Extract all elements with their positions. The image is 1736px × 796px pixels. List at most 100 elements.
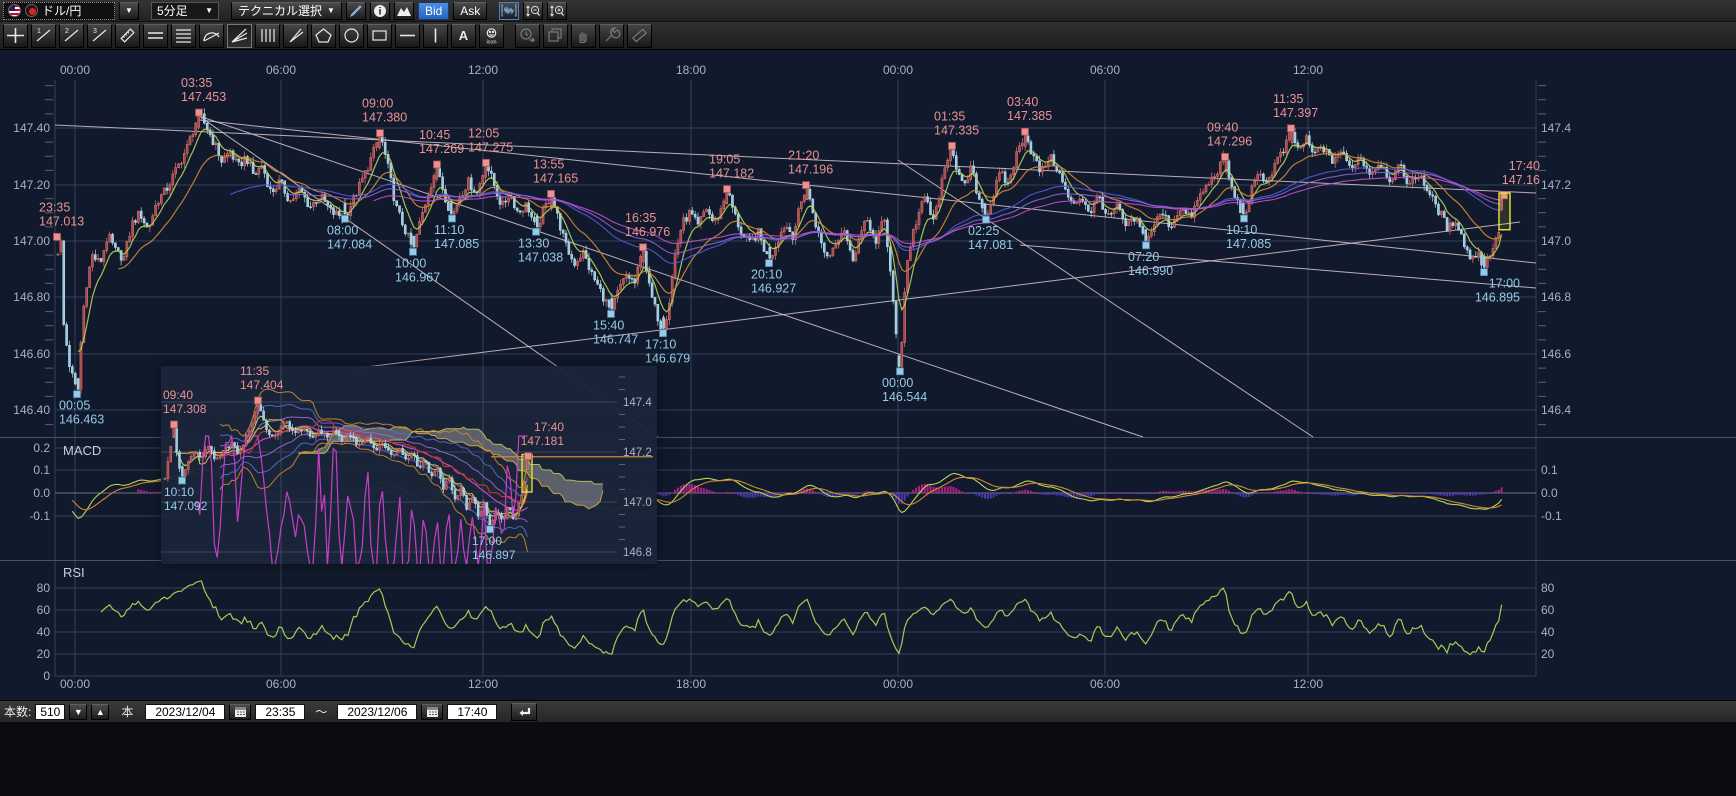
text-tool[interactable]: A (451, 24, 476, 48)
svg-text:147.269: 147.269 (419, 142, 464, 156)
svg-text:147.4: 147.4 (1541, 121, 1571, 135)
svg-text:15:40: 15:40 (593, 318, 624, 332)
drawing-toolbar: 1 2 3 Aicon (0, 22, 1736, 50)
horizontal-line-tool[interactable] (395, 24, 420, 48)
pentagon-tool[interactable] (311, 24, 336, 48)
svg-text:12:00: 12:00 (468, 677, 498, 691)
technical-select-label: テクニカル選択 (238, 2, 322, 19)
svg-text:147.275: 147.275 (468, 140, 513, 154)
trendline-1-tool[interactable]: 1 (31, 24, 56, 48)
svg-text:00:00: 00:00 (882, 376, 913, 390)
svg-text:17:10: 17:10 (645, 338, 676, 352)
technical-select-button[interactable]: テクニカル選択 ▼ (231, 2, 342, 20)
svg-text:147.308: 147.308 (163, 402, 207, 416)
bid-label: Bid (425, 4, 442, 18)
svg-text:146.80: 146.80 (13, 290, 50, 304)
svg-text:00:05: 00:05 (59, 399, 90, 413)
zoom-in-button[interactable] (547, 2, 567, 20)
wrench-tool[interactable] (599, 24, 624, 48)
svg-text:147.404: 147.404 (240, 378, 284, 392)
chevron-down-icon: ▼ (205, 6, 213, 15)
icon-stamp-tool[interactable]: icon (479, 24, 504, 48)
svg-text:147.385: 147.385 (1007, 109, 1052, 123)
svg-text:146.544: 146.544 (882, 390, 927, 404)
svg-text:12:00: 12:00 (1293, 677, 1323, 691)
rectangle-tool[interactable] (367, 24, 392, 48)
ruler-tool[interactable] (115, 24, 140, 48)
trendline-2-tool[interactable]: 2 (59, 24, 84, 48)
svg-text:146.60: 146.60 (13, 347, 50, 361)
currency-pair-field[interactable]: ドル/円 (3, 2, 115, 20)
count-increase-button[interactable]: ▲ (91, 704, 109, 720)
svg-text:80: 80 (37, 581, 51, 595)
reset-range-button[interactable] (511, 703, 537, 721)
svg-text:60: 60 (37, 603, 51, 617)
svg-text:147.00: 147.00 (13, 234, 50, 248)
date-to-calendar-button[interactable] (421, 704, 443, 720)
svg-text:13:55: 13:55 (533, 157, 564, 171)
date-from-input[interactable]: 2023/12/04 (145, 704, 225, 720)
ask-label: Ask (460, 4, 480, 18)
fibonacci-timezone-tool[interactable] (255, 24, 280, 48)
timeframe-select[interactable]: 5分足 ▼ (151, 2, 219, 20)
multi-lines-tool[interactable] (171, 24, 196, 48)
svg-text:17:40: 17:40 (534, 420, 564, 434)
autoscale-button[interactable] (499, 2, 519, 20)
return-arrow-icon (517, 706, 532, 718)
draw-pencil-button[interactable] (346, 2, 366, 20)
caret-down-icon: ▼ (74, 707, 83, 717)
svg-text:146.927: 146.927 (751, 282, 796, 296)
bid-button[interactable]: Bid (418, 2, 449, 20)
svg-text:2: 2 (65, 28, 69, 35)
fibonacci-arc-tool[interactable] (199, 24, 224, 48)
date-to-input[interactable]: 2023/12/06 (337, 704, 417, 720)
svg-text:12:00: 12:00 (468, 63, 498, 77)
svg-text:147.335: 147.335 (934, 123, 979, 137)
rsi-panel-label: RSI (63, 565, 85, 580)
svg-text:146.895: 146.895 (1475, 291, 1520, 305)
count-decrease-button[interactable]: ▼ (69, 704, 87, 720)
area-chart-button[interactable] (394, 2, 414, 20)
svg-text:147.40: 147.40 (13, 121, 50, 135)
status-bar: 本数: 510 ▼ ▲ 本 2023/12/04 23:35 ～ 2023/12… (0, 700, 1736, 722)
time-to-input[interactable]: 17:40 (447, 704, 497, 720)
inset-chart-window[interactable]: 147.4147.2147.0146.809:40147.30811:35147… (161, 366, 657, 564)
crosshair-tool[interactable] (3, 24, 28, 48)
bar-unit-label: 本 (121, 703, 133, 720)
parallel-lines-tool[interactable] (143, 24, 168, 48)
svg-text:10:10: 10:10 (164, 485, 194, 499)
svg-text:23:35: 23:35 (39, 200, 70, 214)
date-from-calendar-button[interactable] (229, 704, 251, 720)
info-button[interactable]: i (370, 2, 390, 20)
svg-text:147.013: 147.013 (39, 214, 84, 228)
inset-chart-svg[interactable]: 147.4147.2147.0146.809:40147.30811:35147… (161, 366, 657, 564)
vertical-line-tool[interactable] (423, 24, 448, 48)
trendline-3-tool[interactable]: 3 (87, 24, 112, 48)
hand-tool[interactable] (571, 24, 596, 48)
svg-text:18:00: 18:00 (676, 677, 706, 691)
pair-dropdown-button[interactable]: ▼ (119, 2, 139, 20)
svg-text:147.085: 147.085 (434, 237, 479, 251)
ask-button[interactable]: Ask (453, 2, 487, 20)
eraser-tool[interactable] (627, 24, 652, 48)
chart-area[interactable]: 00:0000:0006:0006:0012:0012:0018:0018:00… (0, 50, 1736, 700)
history-undo-tool[interactable] (515, 24, 540, 48)
copy-tool[interactable] (543, 24, 568, 48)
calendar-icon (426, 706, 439, 718)
jp-flag-icon (25, 4, 38, 17)
svg-text:00:00: 00:00 (60, 677, 90, 691)
fibonacci-fan-tool[interactable] (227, 24, 252, 48)
svg-text:-0.1: -0.1 (1541, 509, 1562, 523)
bar-count-input[interactable]: 510 (35, 704, 65, 720)
svg-text:0.0: 0.0 (33, 486, 50, 500)
time-from-input[interactable]: 23:35 (255, 704, 305, 720)
svg-text:147.20: 147.20 (13, 178, 50, 192)
svg-text:147.085: 147.085 (1226, 237, 1271, 251)
speed-line-tool[interactable] (283, 24, 308, 48)
svg-text:1: 1 (37, 28, 41, 35)
svg-text:40: 40 (1541, 625, 1555, 639)
svg-text:10:45: 10:45 (419, 128, 450, 142)
zoom-out-button[interactable] (523, 2, 543, 20)
svg-text:146.747: 146.747 (593, 332, 638, 346)
ellipse-tool[interactable] (339, 24, 364, 48)
